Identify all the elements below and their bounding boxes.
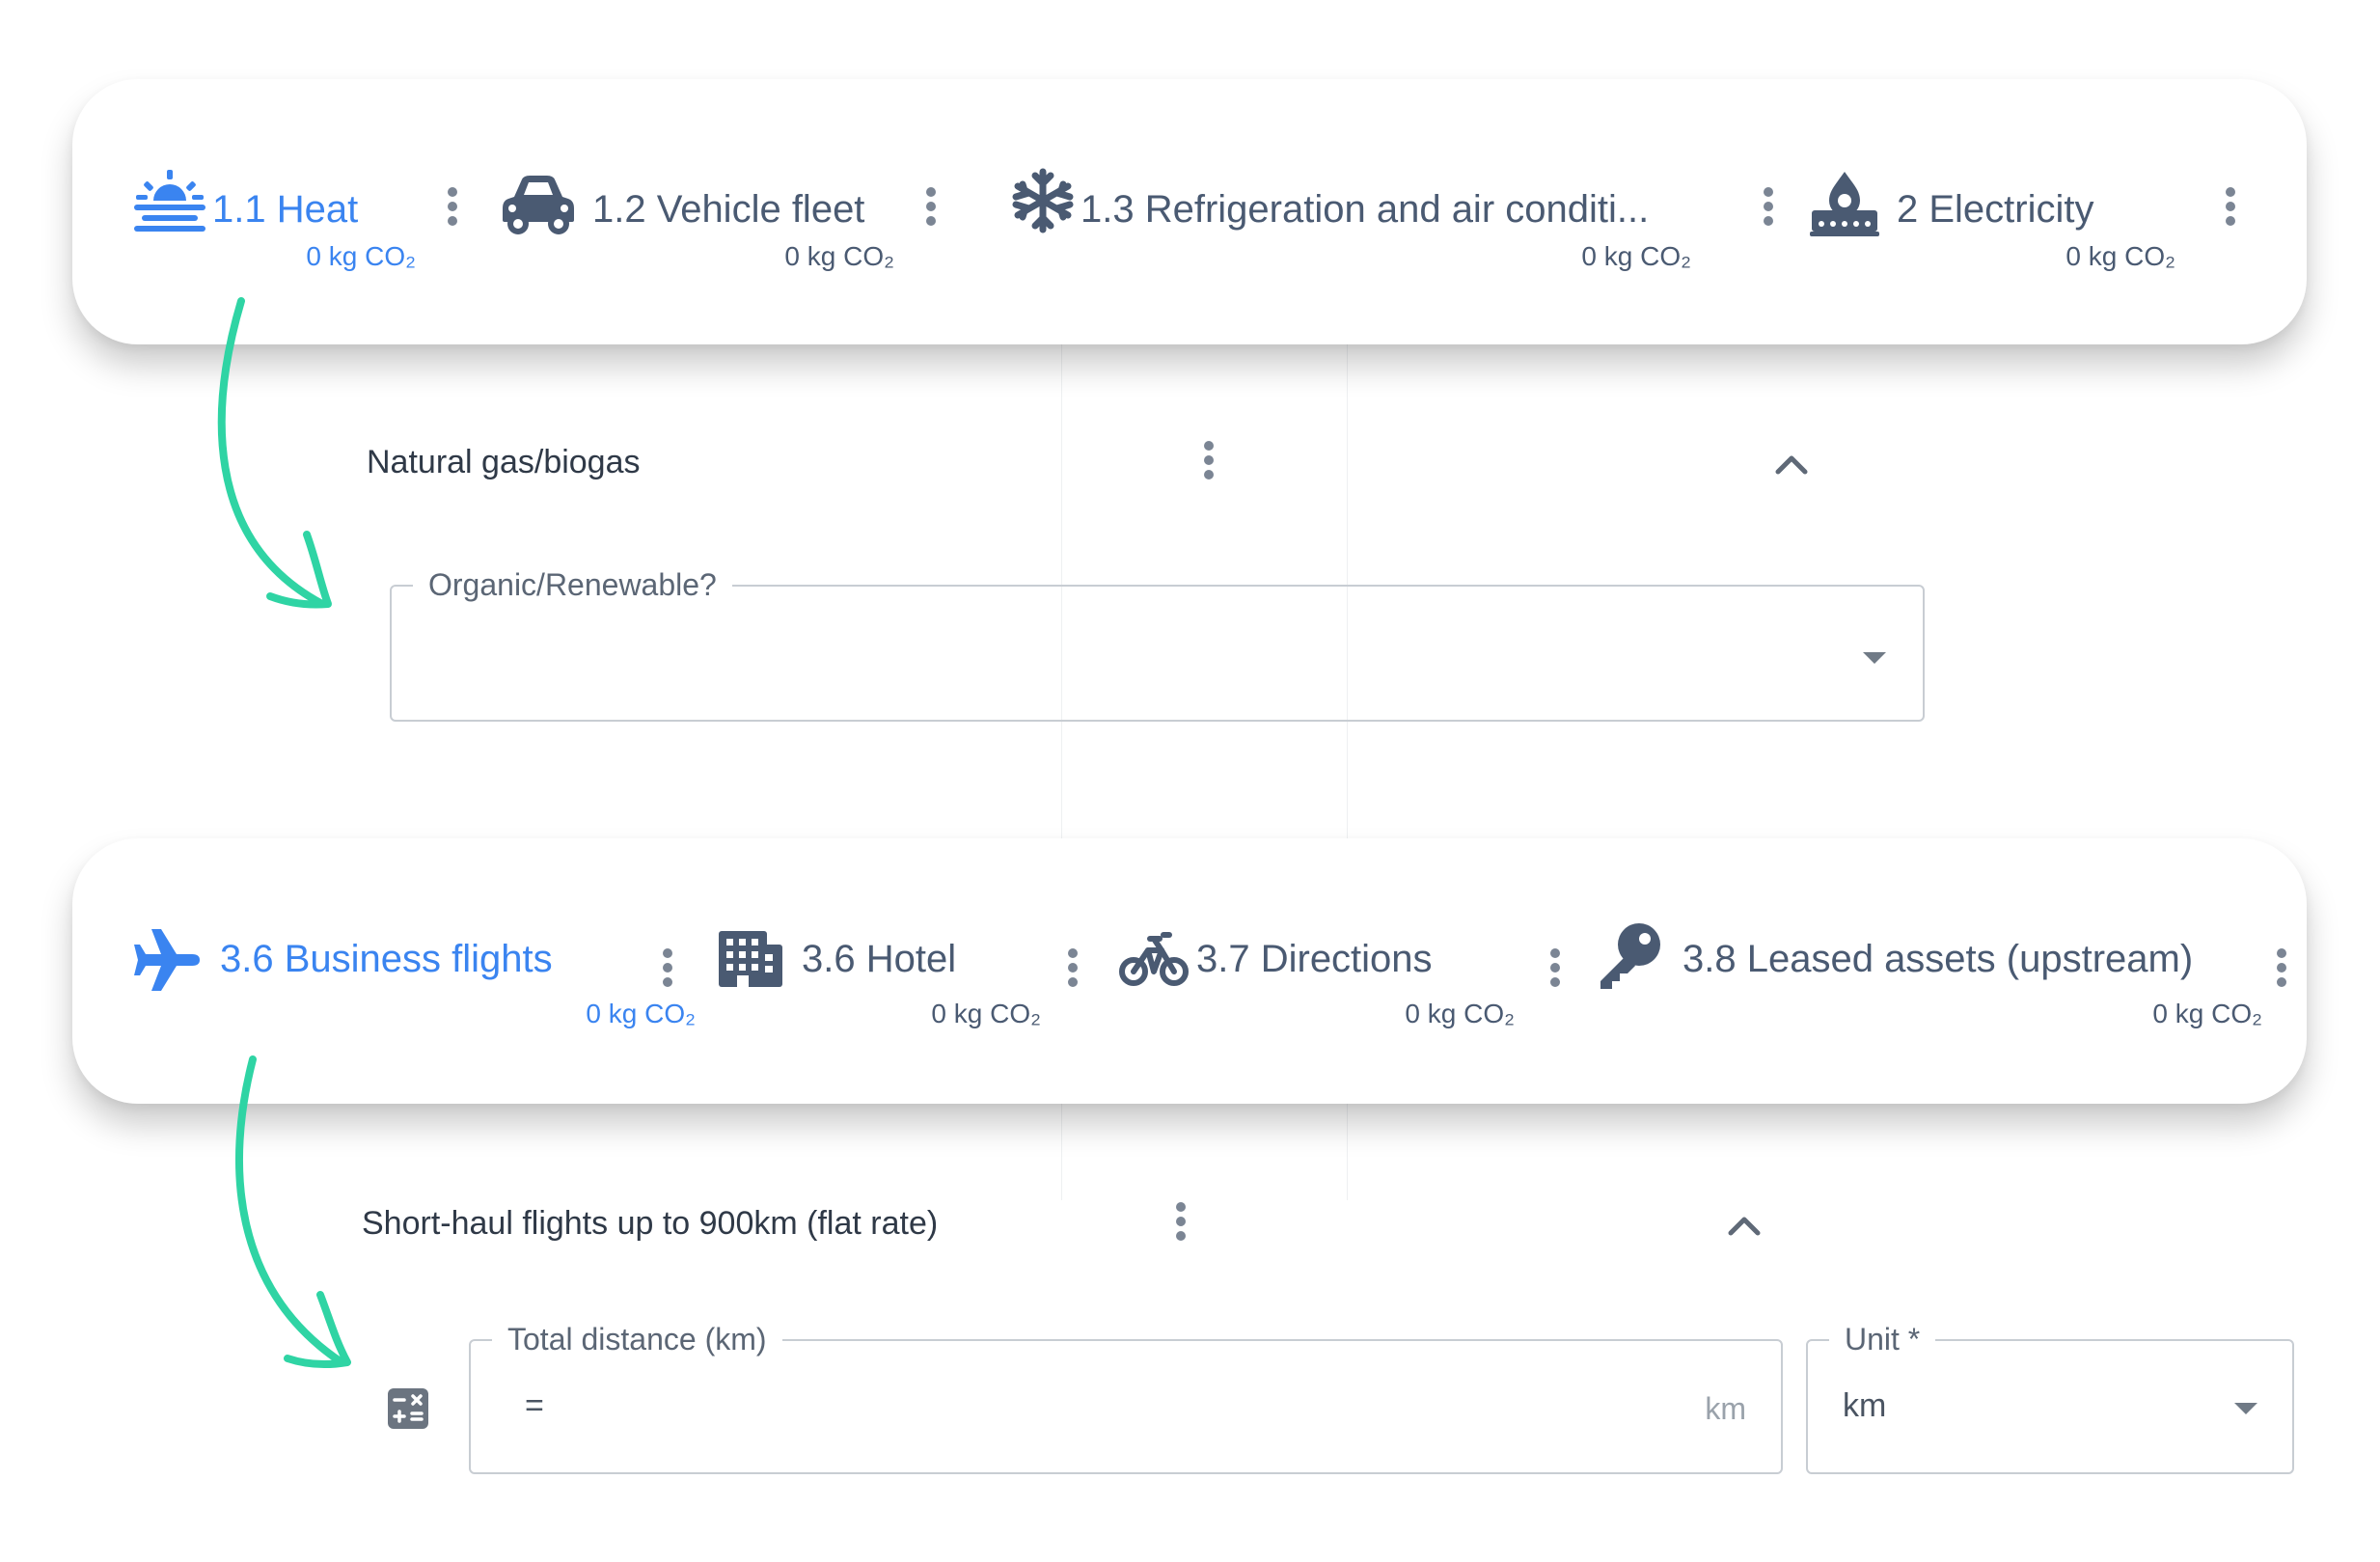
background-guide-line [1061,1104,1062,1200]
tab-label: 3.6 Hotel [802,938,957,980]
organic-renewable-select[interactable]: Organic/Renewable? [390,563,1925,722]
field-label: Total distance (km) [492,1318,782,1360]
hotel-icon [717,923,784,989]
tab-menu-button[interactable] [1759,187,1778,233]
tab-menu-button[interactable] [1546,948,1565,995]
dropdown-caret-icon [2234,1403,2257,1414]
unit-value: km [1843,1387,1887,1424]
section-title-short-haul: Short-haul flights up to 900km (flat rat… [362,1205,939,1242]
curved-arrow-icon [234,1055,351,1369]
tab-hotel[interactable]: 3.6 Hotel 0 kg CO₂ [717,838,1103,1104]
tab-emissions: 0 kg CO₂ [1405,999,1515,1028]
tab-label: 1.3 Refrigeration and air conditi... [1081,188,1650,231]
tab-emissions: 0 kg CO₂ [784,241,894,271]
collapse-chevron-icon[interactable] [1725,1212,1764,1239]
tab-menu-button[interactable] [2272,948,2291,995]
tab-menu-button[interactable] [921,187,941,233]
electricity-icon [1808,168,1881,237]
tab-label: 1.2 Vehicle fleet [592,188,865,231]
tab-refrigeration[interactable]: 1.3 Refrigeration and air conditi... 0 k… [1006,79,1778,344]
tab-label: 3.6 Business flights [220,938,553,980]
snowflake-icon [1010,168,1076,233]
airplane-icon [132,927,202,993]
tab-label: 1.1 Heat [212,188,359,231]
tab-label: 3.7 Directions [1196,938,1433,980]
dropdown-caret-icon [1863,652,1886,664]
section-menu-button[interactable] [1199,441,1218,487]
tab-label: 3.8 Leased assets (upstream) [1682,938,2194,980]
tab-emissions: 0 kg CO₂ [931,999,1041,1028]
unit-select[interactable]: Unit * km [1806,1318,2294,1474]
collapse-chevron-icon[interactable] [1772,451,1811,478]
tab-vehicle-fleet[interactable]: 1.2 Vehicle fleet 0 kg CO₂ [497,79,989,344]
tab-directions[interactable]: 3.7 Directions 0 kg CO₂ [1119,838,1582,1104]
section-title-natural-gas: Natural gas/biogas [367,444,641,480]
scope-tabs-card-top: 1.1 Heat 0 kg CO₂ 1.2 Vehicle fleet 0 kg… [72,79,2307,344]
background-guide-line [1347,1104,1348,1200]
heat-icon [132,168,207,235]
car-icon [499,172,578,235]
tab-menu-button[interactable] [1063,948,1082,995]
tab-electricity[interactable]: 2 Electricity 0 kg CO₂ [1804,79,2267,344]
tab-emissions: 0 kg CO₂ [586,999,696,1028]
key-icon [1597,921,1662,991]
tab-emissions: 0 kg CO₂ [2065,241,2175,271]
unit-suffix: km [1705,1391,1746,1426]
tab-leased-assets[interactable]: 3.8 Leased assets (upstream) 0 kg CO₂ [1597,838,2291,1104]
tab-emissions: 0 kg CO₂ [1581,241,1691,271]
field-label: Organic/Renewable? [413,563,732,606]
tab-menu-button[interactable] [658,948,677,995]
formula-prefix: = [525,1387,544,1424]
section-menu-button[interactable] [1171,1202,1190,1248]
total-distance-field[interactable]: Total distance (km) = km [469,1318,1783,1474]
tab-label: 2 Electricity [1897,188,2094,231]
tab-emissions: 0 kg CO₂ [2152,999,2262,1028]
tab-menu-button[interactable] [2221,187,2240,233]
curved-arrow-icon [217,297,332,609]
tab-emissions: 0 kg CO₂ [306,241,416,271]
bicycle-icon [1119,929,1189,989]
field-label: Unit * [1829,1318,1936,1360]
calculator-icon[interactable] [386,1386,430,1431]
tab-menu-button[interactable] [443,187,462,233]
